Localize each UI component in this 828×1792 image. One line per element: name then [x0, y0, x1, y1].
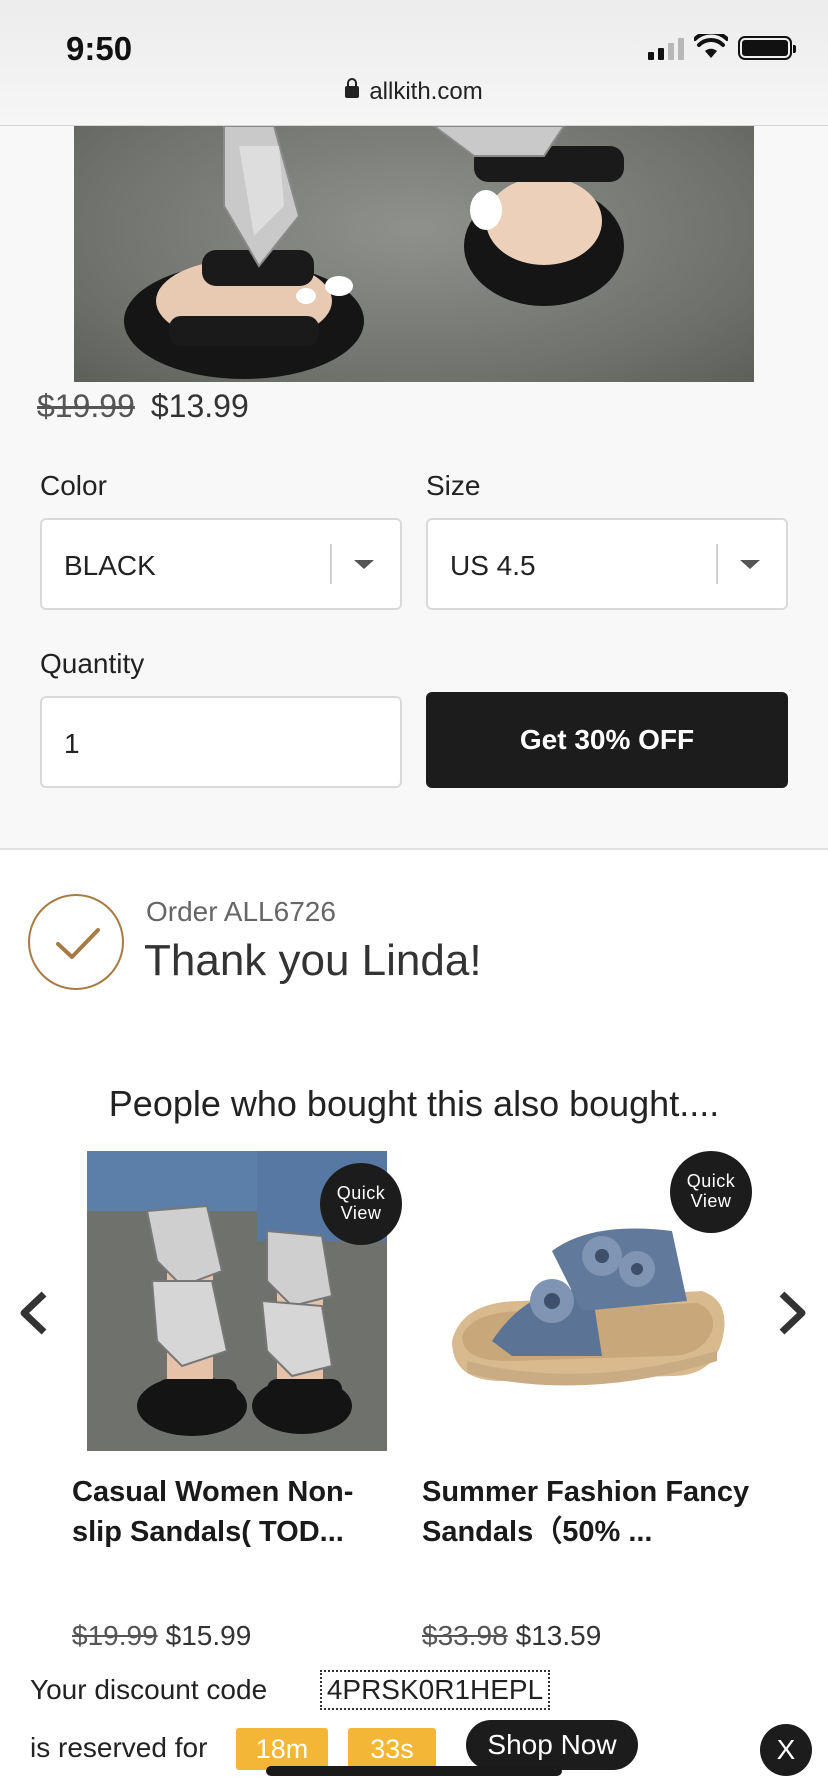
reserved-label: is reserved for	[30, 1732, 208, 1763]
quantity-input[interactable]: 1	[40, 696, 402, 788]
product-price-original-1: $19.99	[72, 1620, 158, 1651]
get-discount-button[interactable]: Get 30% OFF	[426, 692, 788, 788]
product-section: $19.99 $13.99 Color BLACK Size US 4.5 Qua…	[0, 126, 828, 850]
lock-icon	[345, 78, 360, 98]
quick-view-button-2[interactable]: Quick View	[670, 1151, 752, 1233]
product-hero-image	[74, 126, 754, 382]
select-divider	[716, 544, 718, 584]
thank-you-heading: Thank you Linda!	[144, 936, 482, 985]
order-number: Order ALL6726	[146, 896, 336, 927]
chevron-down-icon	[740, 560, 760, 569]
wifi-icon	[694, 34, 728, 58]
also-bought-heading: People who bought this also bought....	[108, 1083, 720, 1124]
color-value: BLACK	[64, 550, 156, 581]
quantity-label: Quantity	[40, 648, 145, 679]
size-select[interactable]: US 4.5	[426, 518, 788, 610]
product-price-2: $33.98 $13.59	[422, 1620, 601, 1652]
chevron-left-icon[interactable]	[18, 1290, 48, 1336]
close-button[interactable]: X	[760, 1724, 812, 1776]
order-confirmed-check-icon	[28, 894, 124, 990]
product-price-1: $19.99 $15.99	[72, 1620, 251, 1652]
product-price-sale-1: $15.99	[165, 1620, 252, 1651]
size-label: Size	[426, 470, 481, 501]
product-name-1[interactable]: Casual Women Non-slip Sandals( TOD...	[72, 1472, 402, 1552]
status-icons	[648, 34, 796, 60]
size-value: US 4.5	[450, 550, 536, 581]
discount-code[interactable]: 4PRSK0R1HEPL	[320, 1670, 550, 1710]
quick-view-button-1[interactable]: Quick View	[320, 1163, 402, 1245]
home-indicator[interactable]	[266, 1766, 562, 1776]
price-original: $19.99	[37, 388, 135, 424]
product-price: $19.99 $13.99	[37, 388, 249, 425]
chevron-right-icon[interactable]	[778, 1290, 808, 1336]
address-bar[interactable]: allkith.com	[0, 78, 828, 106]
browser-top-bar: 9:50 allkith.com	[0, 0, 828, 126]
quantity-value: 1	[64, 728, 80, 759]
product-price-sale-2: $13.59	[515, 1620, 602, 1651]
select-divider	[330, 544, 332, 584]
cellular-signal-icon	[648, 36, 684, 60]
status-time: 9:50	[66, 30, 133, 67]
color-label: Color	[40, 470, 107, 501]
price-sale: $13.99	[150, 388, 249, 424]
product-price-original-2: $33.98	[422, 1620, 508, 1651]
shop-now-button[interactable]: Shop Now	[466, 1720, 638, 1770]
url-text: allkith.com	[369, 78, 483, 105]
chevron-down-icon	[354, 560, 374, 569]
discount-code-label: Your discount code	[30, 1674, 268, 1705]
timer-minutes: 18m	[236, 1728, 328, 1770]
timer-seconds: 33s	[348, 1728, 436, 1770]
battery-icon	[738, 36, 796, 60]
product-name-2[interactable]: Summer Fashion Fancy Sandals（50% ...	[422, 1472, 752, 1552]
color-select[interactable]: BLACK	[40, 518, 402, 610]
